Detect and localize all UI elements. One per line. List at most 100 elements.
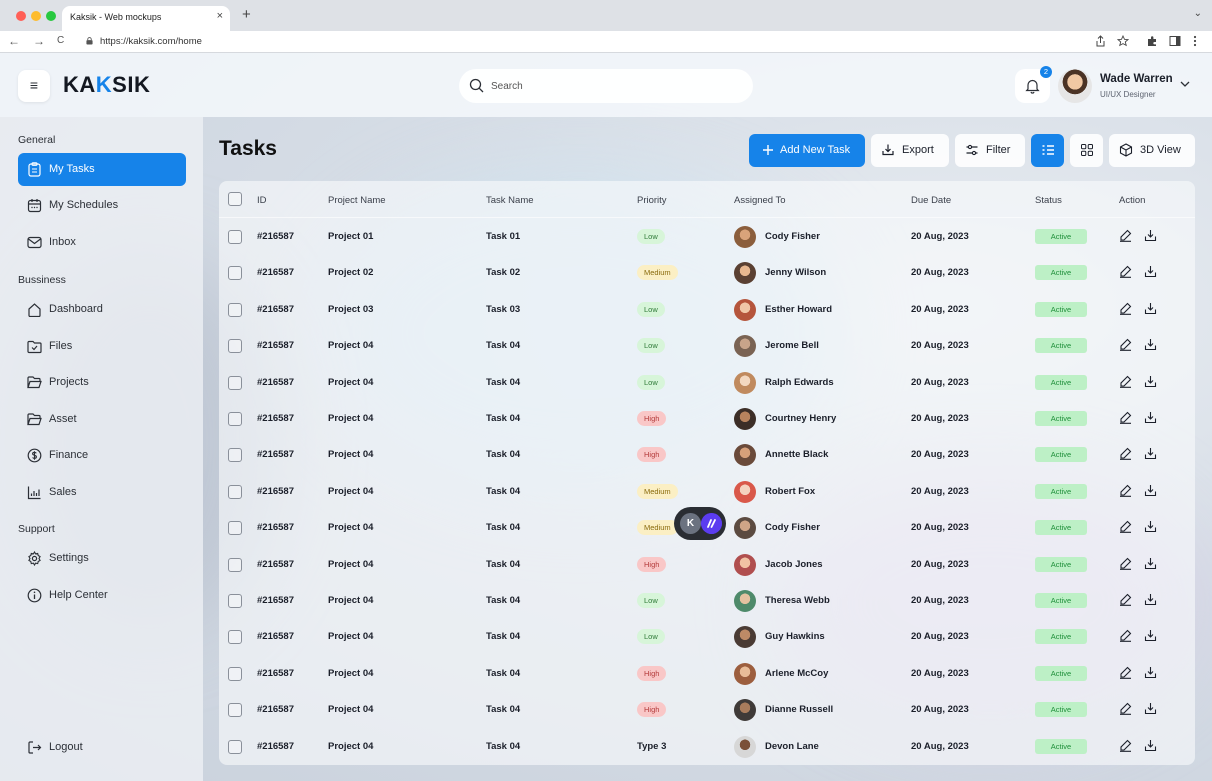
column-header-status[interactable]: Status: [1035, 195, 1062, 206]
download-icon[interactable]: [1144, 593, 1157, 606]
edit-icon[interactable]: [1119, 593, 1132, 606]
filter-button[interactable]: Filter: [955, 134, 1025, 167]
share-icon[interactable]: [1095, 35, 1106, 47]
row-checkbox[interactable]: [228, 666, 242, 681]
sidebar-item-files[interactable]: Files: [18, 330, 186, 363]
sidebar-item-finance[interactable]: Finance: [18, 439, 186, 472]
column-header-assigned-to[interactable]: Assigned To: [734, 195, 786, 206]
edit-icon[interactable]: [1119, 447, 1132, 461]
column-header-id[interactable]: ID: [257, 195, 267, 206]
download-icon[interactable]: [1144, 702, 1157, 715]
more-icon[interactable]: [1192, 35, 1198, 47]
row-checkbox[interactable]: [228, 448, 242, 463]
table-row[interactable]: #216587 Project 03 Task 03 Low Esther Howard…: [219, 291, 1195, 327]
window-maximize-button[interactable]: [46, 11, 56, 21]
table-row[interactable]: #216587 Project 04 Task 04 Low Guy Hawkins 20…: [219, 618, 1195, 654]
table-row[interactable]: #216587 Project 04 Task 04 High Arlene McCoy…: [219, 655, 1195, 691]
search-bar[interactable]: [459, 69, 753, 103]
table-row[interactable]: #216587 Project 04 Task 04 High Jacob Jones 2…: [219, 546, 1195, 582]
edit-icon[interactable]: [1119, 629, 1132, 643]
menu-toggle-button[interactable]: ≡: [18, 70, 50, 102]
download-icon[interactable]: [1144, 375, 1157, 388]
edit-icon[interactable]: [1119, 229, 1132, 242]
sidebar-item-settings[interactable]: Settings: [18, 542, 186, 575]
column-header-priority[interactable]: Priority: [637, 195, 667, 206]
row-checkbox[interactable]: [228, 739, 242, 754]
column-header-project-name[interactable]: Project Name: [328, 195, 386, 206]
download-icon[interactable]: [1144, 302, 1157, 315]
tab-search-chevron-icon[interactable]: ⌄: [1194, 8, 1202, 19]
user-name[interactable]: Wade Warren: [1100, 73, 1173, 85]
sidebar-item-inbox[interactable]: Inbox: [18, 226, 186, 259]
table-row[interactable]: #216587 Project 04 Task 04 High Annette Blac…: [219, 436, 1195, 472]
download-icon[interactable]: [1144, 666, 1157, 679]
edit-icon[interactable]: [1119, 520, 1132, 534]
table-row[interactable]: #216587 Project 04 Task 04 Medium Robert Fox…: [219, 473, 1195, 509]
row-checkbox[interactable]: [228, 230, 242, 244]
floating-widget[interactable]: K: [674, 507, 726, 540]
grid-view-button[interactable]: [1070, 134, 1103, 167]
table-row[interactable]: #216587 Project 04 Task 04 Low Jerome Bell 20…: [219, 327, 1195, 363]
sidebar-item-projects[interactable]: Projects: [18, 366, 186, 399]
reload-button[interactable]: C: [57, 35, 64, 46]
edit-icon[interactable]: [1119, 702, 1132, 716]
row-checkbox[interactable]: [228, 484, 242, 499]
add-new-task-button[interactable]: Add New Task: [749, 134, 865, 167]
tab-close-icon[interactable]: ×: [217, 10, 223, 22]
table-row[interactable]: #216587 Project 04 Task 04 High Dianne Russe…: [219, 691, 1195, 727]
table-row[interactable]: #216587 Project 01 Task 01 Low Cody Fisher 20…: [219, 218, 1195, 254]
sidebar-item-dashboard[interactable]: Dashboard: [18, 293, 186, 326]
list-view-button[interactable]: [1031, 134, 1064, 167]
download-icon[interactable]: [1144, 229, 1157, 242]
download-icon[interactable]: [1144, 557, 1157, 570]
sidebar-item-sales[interactable]: Sales: [18, 476, 186, 509]
extensions-icon[interactable]: [1146, 35, 1158, 47]
avatar[interactable]: [1058, 69, 1092, 103]
edit-icon[interactable]: [1119, 265, 1132, 279]
forward-button[interactable]: →: [33, 34, 45, 48]
edit-icon[interactable]: [1119, 338, 1132, 352]
row-checkbox[interactable]: [228, 339, 242, 354]
download-icon[interactable]: [1144, 338, 1157, 351]
row-checkbox[interactable]: [228, 302, 242, 317]
edit-icon[interactable]: [1119, 411, 1132, 424]
column-header-due-date[interactable]: Due Date: [911, 195, 951, 206]
table-row[interactable]: #216587 Project 04 Task 04 Type 3 Devon Lane…: [219, 728, 1195, 764]
row-checkbox[interactable]: [228, 703, 242, 718]
window-close-button[interactable]: [16, 11, 26, 21]
table-row[interactable]: #216587 Project 04 Task 04 Low Theresa Webb 2…: [219, 582, 1195, 618]
select-all-checkbox[interactable]: [228, 192, 242, 206]
row-checkbox[interactable]: [228, 594, 242, 608]
sidebar-item-help-center[interactable]: Help Center: [18, 579, 186, 612]
download-icon[interactable]: [1144, 484, 1157, 497]
row-checkbox[interactable]: [228, 521, 242, 536]
row-checkbox[interactable]: [228, 630, 242, 645]
logout-button[interactable]: Logout: [18, 731, 186, 764]
edit-icon[interactable]: [1119, 739, 1132, 752]
edit-icon[interactable]: [1119, 666, 1132, 679]
new-tab-button[interactable]: +: [242, 6, 251, 23]
browser-tab[interactable]: Kaksik - Web mockups ×: [62, 6, 230, 31]
chevron-down-icon[interactable]: [1180, 80, 1190, 88]
sidepanel-icon[interactable]: [1169, 35, 1181, 47]
download-icon[interactable]: [1144, 265, 1157, 278]
row-checkbox[interactable]: [228, 266, 242, 281]
download-icon[interactable]: [1144, 411, 1157, 424]
sidebar-item-my-tasks[interactable]: My Tasks: [18, 153, 186, 186]
sidebar-item-asset[interactable]: Asset: [18, 403, 186, 436]
3d-view-button[interactable]: 3D View: [1109, 134, 1195, 167]
download-icon[interactable]: [1144, 447, 1157, 460]
table-row[interactable]: #216587 Project 04 Task 04 Low Ralph Edwards…: [219, 364, 1195, 400]
row-checkbox[interactable]: [228, 412, 242, 426]
star-icon[interactable]: [1117, 35, 1129, 47]
edit-icon[interactable]: [1119, 375, 1132, 388]
edit-icon[interactable]: [1119, 302, 1132, 315]
download-icon[interactable]: [1144, 739, 1157, 752]
back-button[interactable]: ←: [8, 34, 20, 48]
download-icon[interactable]: [1144, 629, 1157, 642]
export-button[interactable]: Export: [871, 134, 949, 167]
download-icon[interactable]: [1144, 520, 1157, 533]
table-row[interactable]: #216587 Project 02 Task 02 Medium Jenny Wils…: [219, 254, 1195, 290]
window-minimize-button[interactable]: [31, 11, 41, 21]
url-field[interactable]: https://kaksik.com/home: [76, 34, 1106, 50]
